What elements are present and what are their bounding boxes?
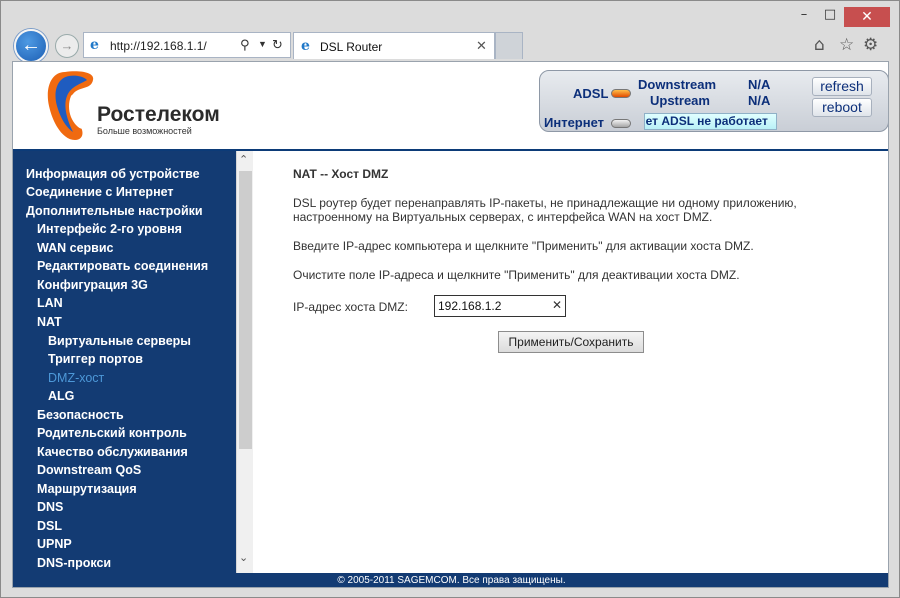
- description-text: DSL роутер будет перенаправлять IP-пакет…: [293, 196, 797, 224]
- apply-save-button[interactable]: Применить/Сохранить: [498, 331, 644, 353]
- adsl-led-icon: [611, 89, 631, 98]
- sidebar-item-alg[interactable]: ALG: [48, 389, 74, 403]
- dmz-ip-input[interactable]: [434, 295, 566, 317]
- forward-button[interactable]: →: [55, 34, 79, 58]
- sidebar-item-edit-connections[interactable]: Редактировать соединения: [37, 259, 208, 273]
- sidebar-item-3g-config[interactable]: Конфигурация 3G: [37, 278, 148, 292]
- close-tab-icon[interactable]: ✕: [476, 38, 487, 54]
- chevron-down-icon[interactable]: ⌄: [239, 551, 248, 564]
- sidebar-item-qos[interactable]: Качество обслуживания: [37, 445, 188, 459]
- page-title: NAT -- Хост DMZ: [293, 167, 389, 181]
- clear-input-icon[interactable]: ✕: [552, 298, 562, 312]
- upstream-label: Upstream: [650, 93, 710, 108]
- sidebar-item-upnp[interactable]: UPNP: [37, 537, 72, 551]
- activate-instructions: Введите IP-адрес компьютера и щелкните "…: [293, 239, 754, 253]
- arrow-right-icon: →: [60, 38, 74, 53]
- sidebar-scrollbar[interactable]: ⌃ ⌄: [236, 151, 253, 573]
- brand-tagline: Больше возможностей: [97, 126, 192, 136]
- rostelecom-logo-icon: [47, 71, 94, 140]
- address-bar[interactable]: e http://192.168.1.1/ ⚲ ▼ ↻: [83, 32, 291, 58]
- sidebar-item-nat[interactable]: NAT: [37, 315, 62, 329]
- footer-copyright: © 2005-2011 SAGEMCOM. Все права защищены…: [13, 573, 888, 587]
- sidebar-item-advanced-settings[interactable]: Дополнительные настройки: [26, 204, 203, 218]
- gear-icon[interactable]: ⚙: [863, 35, 878, 55]
- deactivate-instructions: Очистите поле IP-адреса и щелкните "Прим…: [293, 268, 740, 282]
- close-window-button[interactable]: ✕: [844, 7, 890, 27]
- sidebar-item-security[interactable]: Безопасность: [37, 408, 124, 422]
- scrollbar-thumb[interactable]: [239, 171, 252, 449]
- sidebar-item-routing[interactable]: Маршрутизация: [37, 482, 137, 496]
- address-url[interactable]: http://192.168.1.1/: [110, 39, 207, 53]
- browser-window: – □ ✕ ← → e http://192.168.1.1/ ⚲ ▼ ↻ e …: [0, 0, 900, 598]
- upstream-value: N/A: [748, 93, 771, 108]
- internet-label: Интернет: [544, 115, 605, 130]
- brand-name: Ростелеком: [97, 103, 220, 126]
- star-icon[interactable]: ☆: [839, 35, 854, 55]
- sidebar-item-dns[interactable]: DNS: [37, 500, 63, 514]
- downstream-label: Downstream: [638, 77, 717, 92]
- sidebar-menu: Информация об устройстве Соединение с Ин…: [13, 151, 236, 573]
- status-marquee: Нет ADSL не работает: [644, 113, 777, 130]
- home-icon[interactable]: ⌂: [814, 35, 825, 55]
- arrow-left-icon: ←: [21, 34, 41, 56]
- new-tab-button[interactable]: [495, 32, 523, 59]
- title-bar: – □ ✕: [1, 1, 899, 31]
- status-panel: ADSL Downstream N/A Upstream N/A Интерне…: [539, 70, 888, 132]
- internet-led-icon: [611, 119, 631, 128]
- adsl-label: ADSL: [573, 86, 609, 101]
- ie-icon: e: [90, 37, 99, 53]
- sidebar-item-dsl[interactable]: DSL: [37, 519, 62, 533]
- ip-address-label: IP-адрес хоста DMZ:: [293, 300, 408, 314]
- refresh-button[interactable]: refresh: [812, 77, 872, 96]
- sidebar-item-virtual-servers[interactable]: Виртуальные серверы: [48, 334, 191, 348]
- sidebar-item-parental-control[interactable]: Родительский контроль: [37, 426, 187, 440]
- sidebar-item-downstream-qos[interactable]: Downstream QoS: [37, 463, 141, 477]
- page-viewport: Ростелеком Больше возможностей ADSL Down…: [12, 61, 889, 588]
- browser-tab[interactable]: e DSL Router ✕: [293, 32, 495, 59]
- sidebar-item-layer2-interface[interactable]: Интерфейс 2-го уровня: [37, 222, 182, 236]
- maximize-button[interactable]: □: [817, 5, 843, 27]
- search-icon[interactable]: ⚲: [240, 37, 250, 53]
- browser-navbar: ← → e http://192.168.1.1/ ⚲ ▼ ↻ e DSL Ro…: [1, 29, 899, 63]
- sidebar-item-lan[interactable]: LAN: [37, 296, 63, 310]
- sidebar-item-internet-connection[interactable]: Соединение с Интернет: [26, 185, 174, 199]
- sidebar-item-dns-proxy[interactable]: DNS-прокси: [37, 556, 111, 570]
- sidebar-item-dmz-host[interactable]: DMZ-хост: [48, 371, 104, 385]
- sidebar-item-port-trigger[interactable]: Триггер портов: [48, 352, 143, 366]
- reboot-button[interactable]: reboot: [812, 98, 872, 117]
- refresh-icon[interactable]: ↻: [272, 37, 283, 53]
- chevron-down-icon[interactable]: ▼: [258, 39, 267, 49]
- ie-tab-icon: e: [301, 38, 310, 54]
- main-content: NAT -- Хост DMZ DSL роутер будет перенап…: [254, 151, 888, 573]
- sidebar-item-wan-service[interactable]: WAN сервис: [37, 241, 114, 255]
- minimize-button[interactable]: –: [791, 5, 817, 27]
- tab-title: DSL Router: [320, 40, 383, 54]
- sidebar-item-device-info[interactable]: Информация об устройстве: [26, 167, 200, 181]
- back-button[interactable]: ←: [14, 29, 48, 63]
- downstream-value: N/A: [748, 77, 771, 92]
- chevron-up-icon[interactable]: ⌃: [239, 153, 248, 166]
